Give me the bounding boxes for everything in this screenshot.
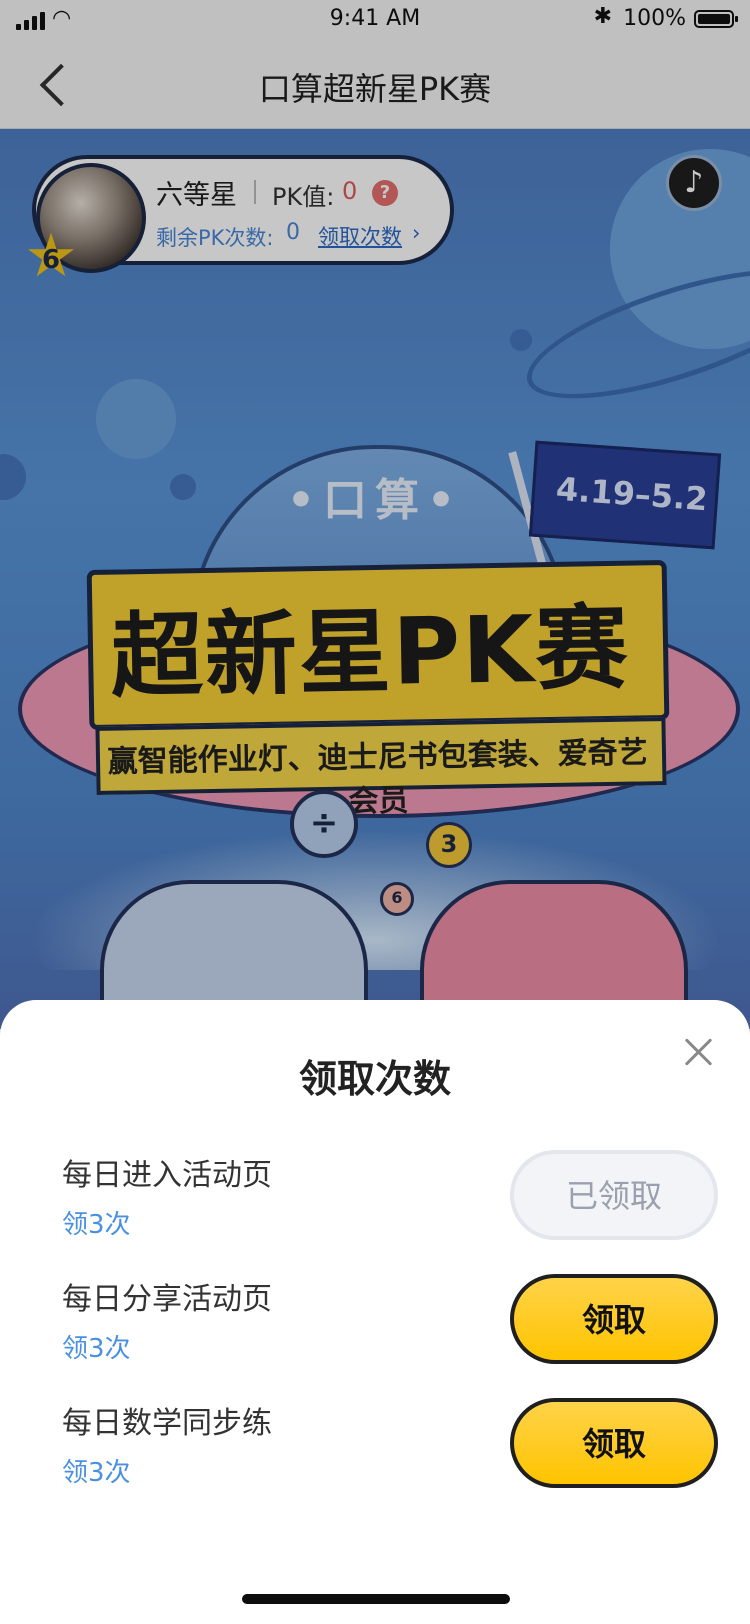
task-reward: 领3次 xyxy=(62,1458,131,1488)
claim-count-sheet: 领取次数 每日进入活动页 领3次 已领取 每日分享活动页 领3次 领取 每日数学… xyxy=(0,1000,750,1624)
claimed-button[interactable]: 已领取 xyxy=(510,1150,718,1240)
task-title: 每日数学同步练 xyxy=(62,1406,272,1441)
sheet-title: 领取次数 xyxy=(298,1057,451,1101)
home-indicator[interactable] xyxy=(242,1594,510,1604)
task-row: 每日分享活动页 领3次 领取 xyxy=(0,1274,750,1384)
claim-button[interactable]: 领取 xyxy=(510,1398,718,1488)
task-row: 每日数学同步练 领3次 领取 xyxy=(0,1398,750,1508)
task-reward: 领3次 xyxy=(62,1210,131,1240)
task-title: 每日分享活动页 xyxy=(62,1282,272,1317)
task-title: 每日进入活动页 xyxy=(62,1158,272,1193)
task-row: 每日进入活动页 领3次 已领取 xyxy=(0,1150,750,1260)
close-icon[interactable] xyxy=(680,1034,716,1070)
task-reward: 领3次 xyxy=(62,1334,131,1364)
claim-button[interactable]: 领取 xyxy=(510,1274,718,1364)
app-screen: ◠ 9:41 AM ✱ 100% 口算超新星PK赛 •口算• 4.19–5.2 … xyxy=(0,0,750,1624)
